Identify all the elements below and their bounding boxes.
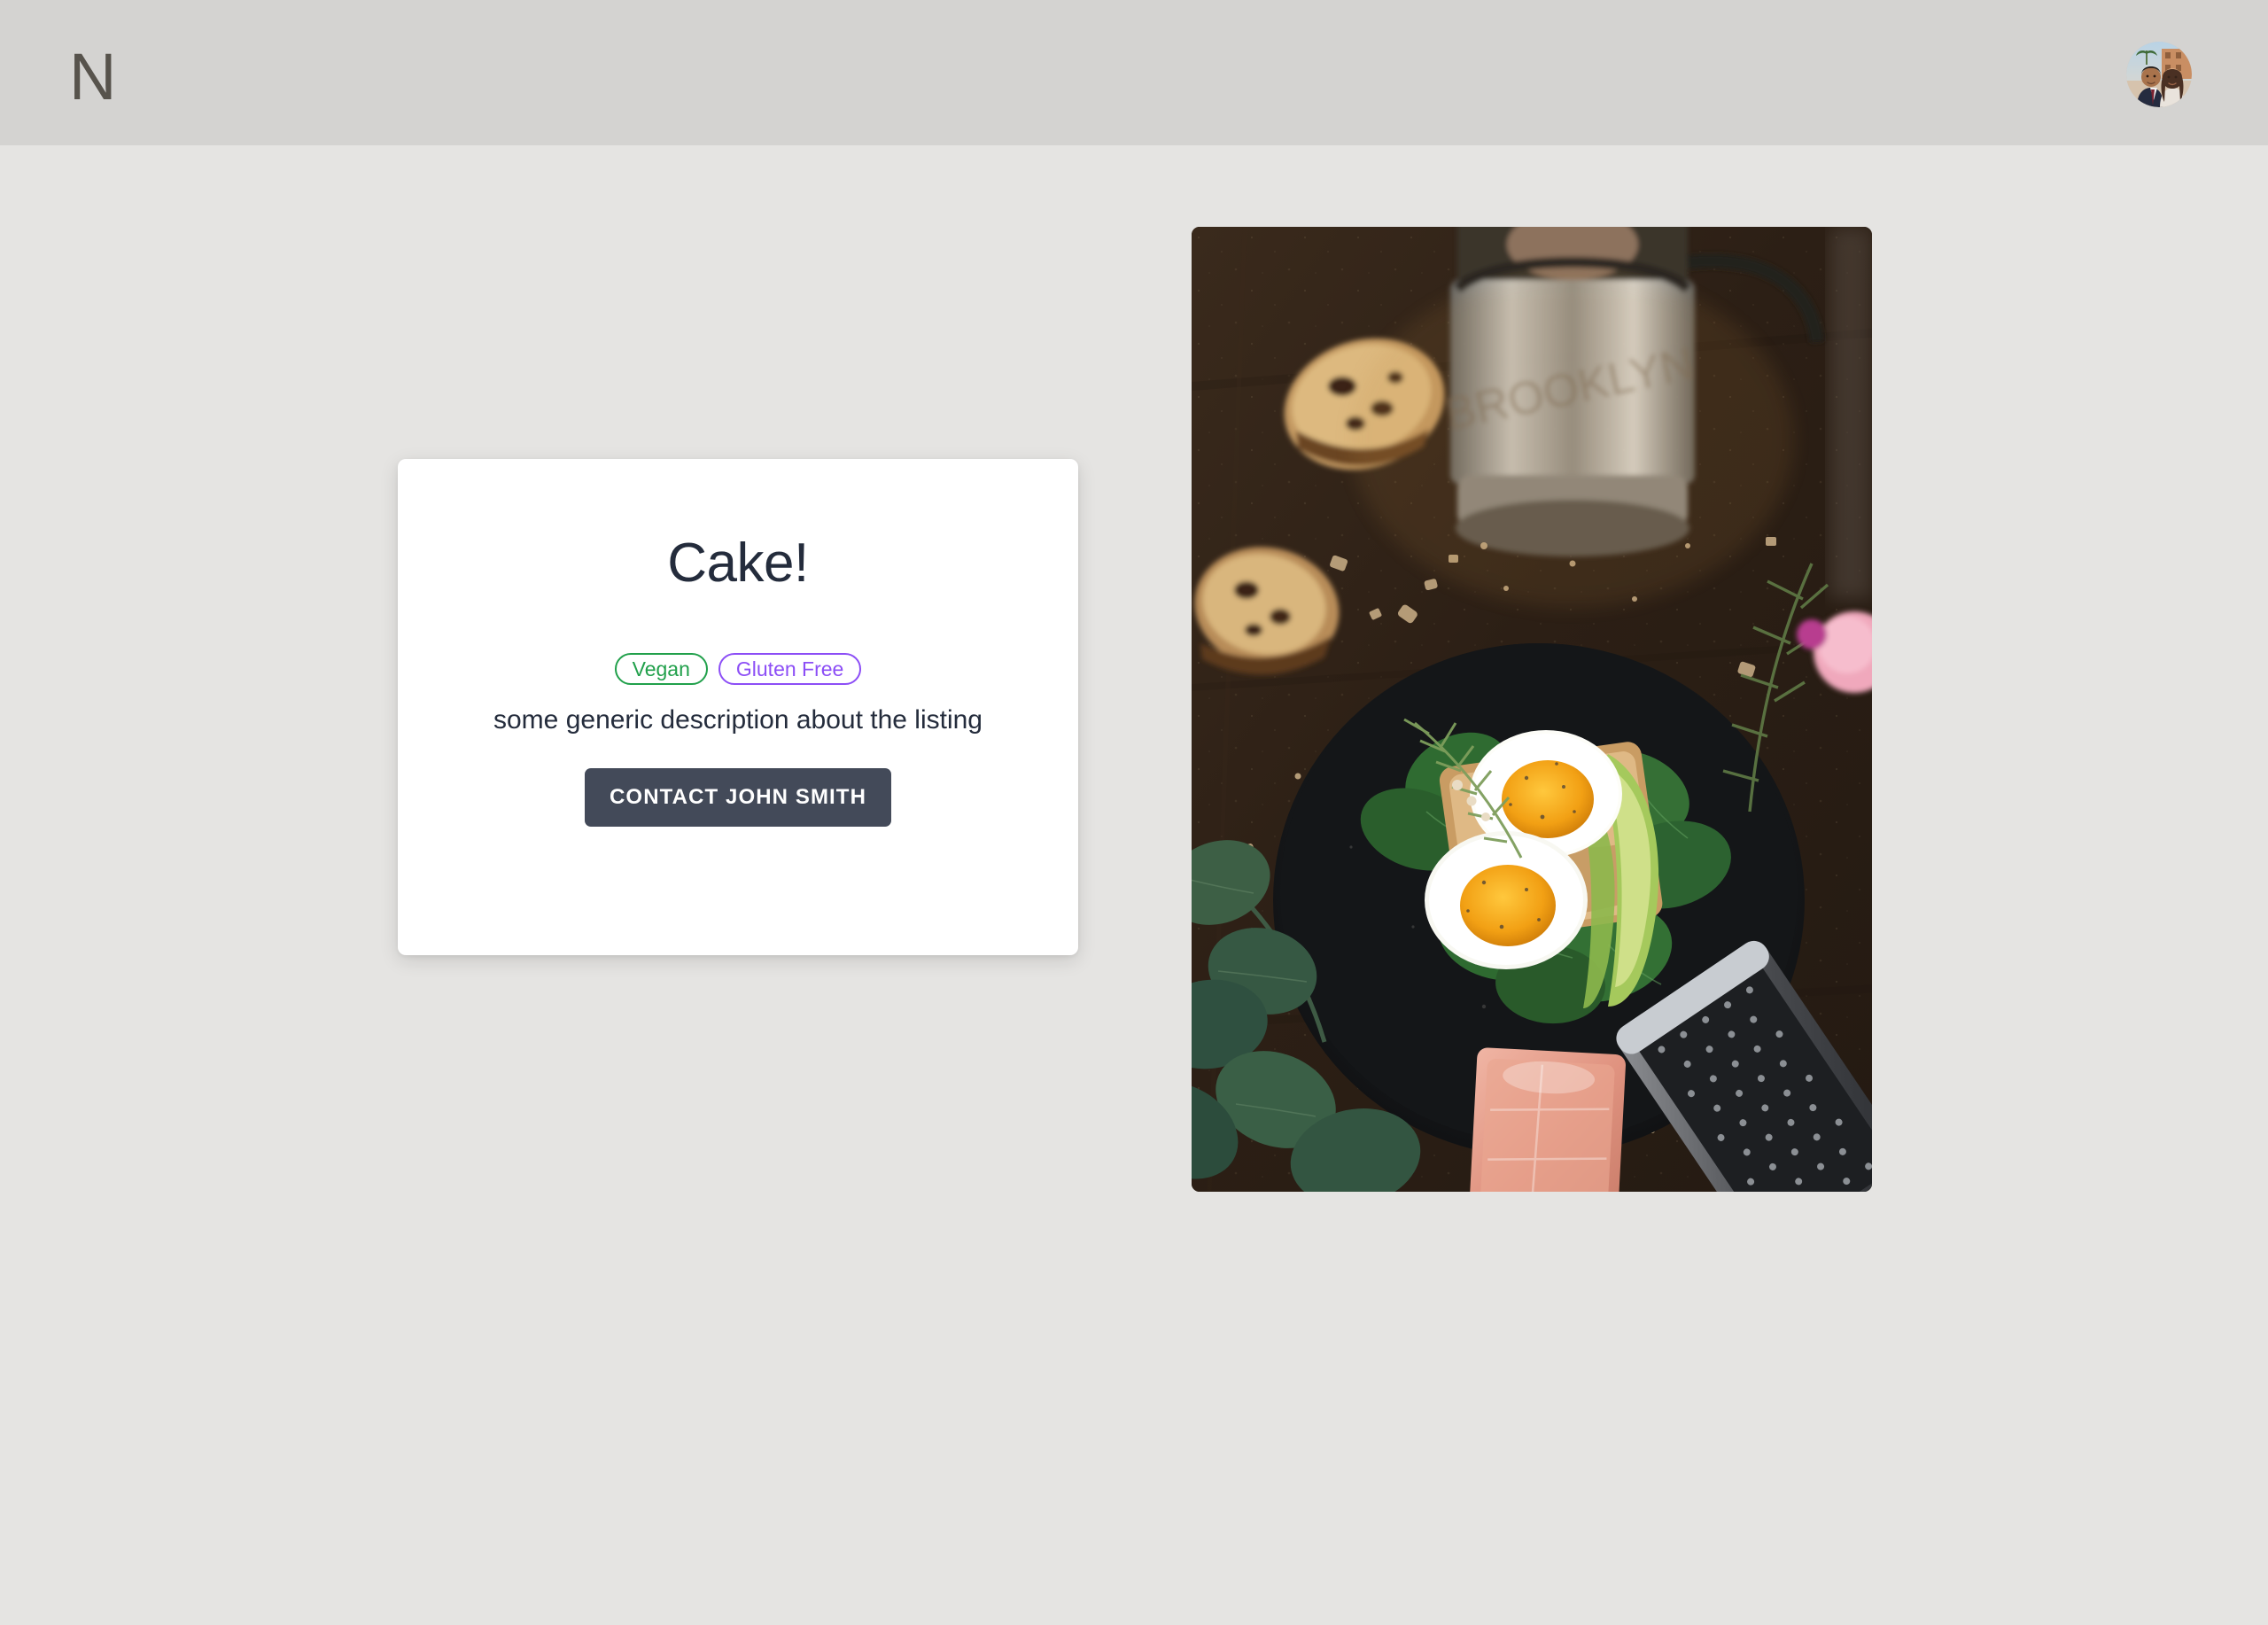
avatar-photo bbox=[2126, 42, 2192, 107]
avatar[interactable] bbox=[2126, 42, 2192, 107]
brand-logo[interactable]: N bbox=[69, 44, 117, 110]
listing-description: some generic description about the listi… bbox=[493, 705, 983, 735]
listing-title: Cake! bbox=[667, 533, 809, 594]
listing-card: Cake! Vegan Gluten Free some generic des… bbox=[398, 459, 1078, 955]
food-photo: BROOKLYN bbox=[1192, 227, 1872, 1192]
tag-pill-gluten-free[interactable]: Gluten Free bbox=[718, 653, 862, 685]
site-header: N MARKETPLACE YOUR PANTRY bbox=[0, 0, 2268, 145]
tag-pill-vegan[interactable]: Vegan bbox=[614, 653, 708, 685]
listing-photo[interactable]: BROOKLYN bbox=[1192, 227, 1872, 1192]
contact-seller-button[interactable]: CONTACT JOHN SMITH bbox=[584, 768, 892, 827]
listing-tag-row: Vegan Gluten Free bbox=[398, 653, 1078, 685]
